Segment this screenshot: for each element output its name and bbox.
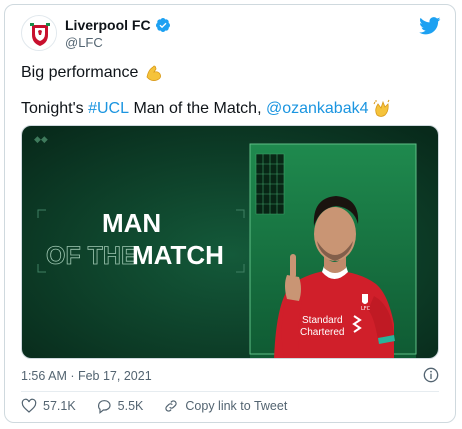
tweet-text-1: Big performance — [21, 64, 139, 81]
sponsor-line2: Chartered — [300, 327, 344, 338]
sponsor-line1: Standard — [302, 315, 343, 326]
like-button[interactable]: 57.1K — [21, 398, 76, 414]
tweet-timestamp[interactable]: 1:56 AM · Feb 17, 2021 — [21, 369, 152, 383]
author-name[interactable]: Liverpool FC — [65, 17, 151, 33]
reply-count: 5.5K — [117, 399, 144, 413]
copy-link-label: Copy link to Tweet — [185, 399, 288, 413]
headline-of-the: OF THE — [46, 242, 138, 270]
reply-button[interactable]: 5.5K — [96, 398, 144, 414]
verified-badge-icon — [155, 18, 170, 32]
flexed-biceps-icon — [146, 65, 162, 81]
avatar[interactable] — [21, 15, 57, 51]
author-handle[interactable]: @LFC — [65, 35, 103, 50]
like-count: 57.1K — [43, 399, 76, 413]
info-icon[interactable] — [423, 367, 439, 383]
divider — [21, 391, 439, 392]
tweet-text-line1: Big performance — [21, 63, 164, 83]
tweet-media-image[interactable]: ◆◆ MAN OF THE MATCH LFC Standard Charter… — [21, 125, 439, 359]
tweet-actions: 57.1K 5.5K Copy link to Tweet — [21, 398, 307, 414]
hashtag-link[interactable]: #UCL — [88, 100, 129, 118]
tweet-text-line2: Tonight's #UCL Man of the Match, @ozanka… — [21, 99, 392, 119]
copy-link-button[interactable]: Copy link to Tweet — [163, 398, 287, 414]
tweet-card: Liverpool FC @LFC Big performance Tonigh… — [4, 4, 456, 423]
crest-text: LFC — [361, 306, 371, 312]
mention-link[interactable]: @ozankabak4 — [266, 100, 369, 118]
link-icon — [165, 400, 178, 412]
headline-match: MATCH — [132, 240, 224, 270]
headline-man: MAN — [102, 208, 161, 238]
twitter-bird-icon[interactable] — [419, 17, 441, 35]
tweet-text-prefix: Tonight's — [21, 100, 89, 117]
heart-icon — [21, 398, 37, 413]
clapping-hands-icon — [374, 99, 390, 117]
lfc-crest-logo — [23, 17, 56, 50]
svg-text:◆◆: ◆◆ — [34, 135, 48, 145]
tweet-text-middle: Man of the Match, — [129, 100, 266, 117]
reply-icon — [97, 400, 111, 414]
